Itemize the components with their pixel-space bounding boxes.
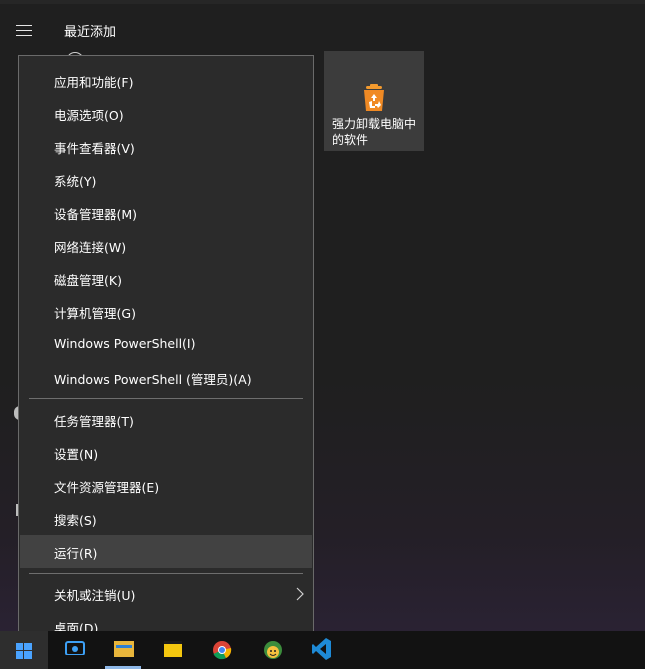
menu-item-label: 任务管理器(T) xyxy=(54,414,134,429)
top-edge-strip xyxy=(0,0,645,4)
start-button[interactable] xyxy=(0,631,48,669)
hamburger-icon[interactable] xyxy=(14,22,36,38)
taskbar-vscode[interactable] xyxy=(298,631,342,669)
taskbar-store[interactable] xyxy=(52,631,96,669)
recent-added-heading: 最近添加 xyxy=(64,25,117,40)
menu-item-shutdown-signout[interactable]: 关机或注销(U) xyxy=(20,577,312,610)
menu-item-file-explorer[interactable]: 文件资源管理器(E) xyxy=(20,469,312,502)
menu-item-label: 应用和功能(F) xyxy=(54,75,134,90)
taskbar-chrome[interactable] xyxy=(199,631,243,669)
menu-item-label: 网络连接(W) xyxy=(54,240,127,255)
menu-item-settings[interactable]: 设置(N) xyxy=(20,436,312,469)
menu-item-device-manager[interactable]: 设备管理器(M) xyxy=(20,196,312,229)
menu-item-apps-features[interactable]: 应用和功能(F) xyxy=(20,64,312,97)
menu-item-label: 设备管理器(M) xyxy=(54,207,138,222)
uninstall-tile[interactable]: 强力卸载电脑中的软件 xyxy=(324,51,424,151)
menu-item-label: 关机或注销(U) xyxy=(54,588,136,603)
menu-item-powershell-admin[interactable]: Windows PowerShell (管理员)(A) xyxy=(20,361,312,394)
menu-item-event-viewer[interactable]: 事件查看器(V) xyxy=(20,130,312,163)
vscode-icon xyxy=(312,638,331,660)
menu-item-label: 系统(Y) xyxy=(54,174,97,189)
uninstall-tile-label: 强力卸载电脑中的软件 xyxy=(332,117,417,147)
taskbar-emoji-app[interactable] xyxy=(250,631,294,669)
menu-item-task-manager[interactable]: 任务管理器(T) xyxy=(20,403,312,436)
chrome-icon xyxy=(213,641,232,660)
menu-item-powershell[interactable]: Windows PowerShell(I) xyxy=(20,328,312,361)
menu-item-label: 磁盘管理(K) xyxy=(54,273,122,288)
winx-context-menu: 应用和功能(F) 电源选项(O) 事件查看器(V) 系统(Y) 设备管理器(M)… xyxy=(18,55,314,651)
store-icon xyxy=(65,641,85,655)
chevron-right-icon xyxy=(296,587,304,601)
file-explorer-icon xyxy=(114,641,134,657)
taskbar-file-explorer[interactable] xyxy=(101,631,145,669)
menu-separator xyxy=(29,573,303,574)
menu-item-network-connections[interactable]: 网络连接(W) xyxy=(20,229,312,262)
taskbar xyxy=(0,631,645,669)
menu-item-label: 搜索(S) xyxy=(54,513,97,528)
menu-item-label: 设置(N) xyxy=(54,447,99,462)
menu-item-label: 文件资源管理器(E) xyxy=(54,480,160,495)
menu-item-label: 事件查看器(V) xyxy=(54,141,135,156)
menu-item-search[interactable]: 搜索(S) xyxy=(20,502,312,535)
menu-item-label: 计算机管理(G) xyxy=(54,306,136,321)
windows-logo-icon xyxy=(16,643,32,659)
menu-item-disk-management[interactable]: 磁盘管理(K) xyxy=(20,262,312,295)
menu-item-computer-management[interactable]: 计算机管理(G) xyxy=(20,295,312,328)
menu-item-label: Windows PowerShell (管理员)(A) xyxy=(54,372,252,387)
sticky-notes-icon xyxy=(164,641,182,657)
recycle-bin-icon xyxy=(364,84,384,111)
taskbar-sticky-notes[interactable] xyxy=(150,631,194,669)
menu-separator xyxy=(29,398,303,399)
emoji-app-icon xyxy=(264,641,282,659)
menu-item-power-options[interactable]: 电源选项(O) xyxy=(20,97,312,130)
menu-item-label: 运行(R) xyxy=(54,546,98,561)
menu-item-run[interactable]: 运行(R) xyxy=(20,535,312,568)
menu-item-label: 电源选项(O) xyxy=(54,108,124,123)
menu-item-label: Windows PowerShell(I) xyxy=(54,336,196,351)
menu-item-system[interactable]: 系统(Y) xyxy=(20,163,312,196)
